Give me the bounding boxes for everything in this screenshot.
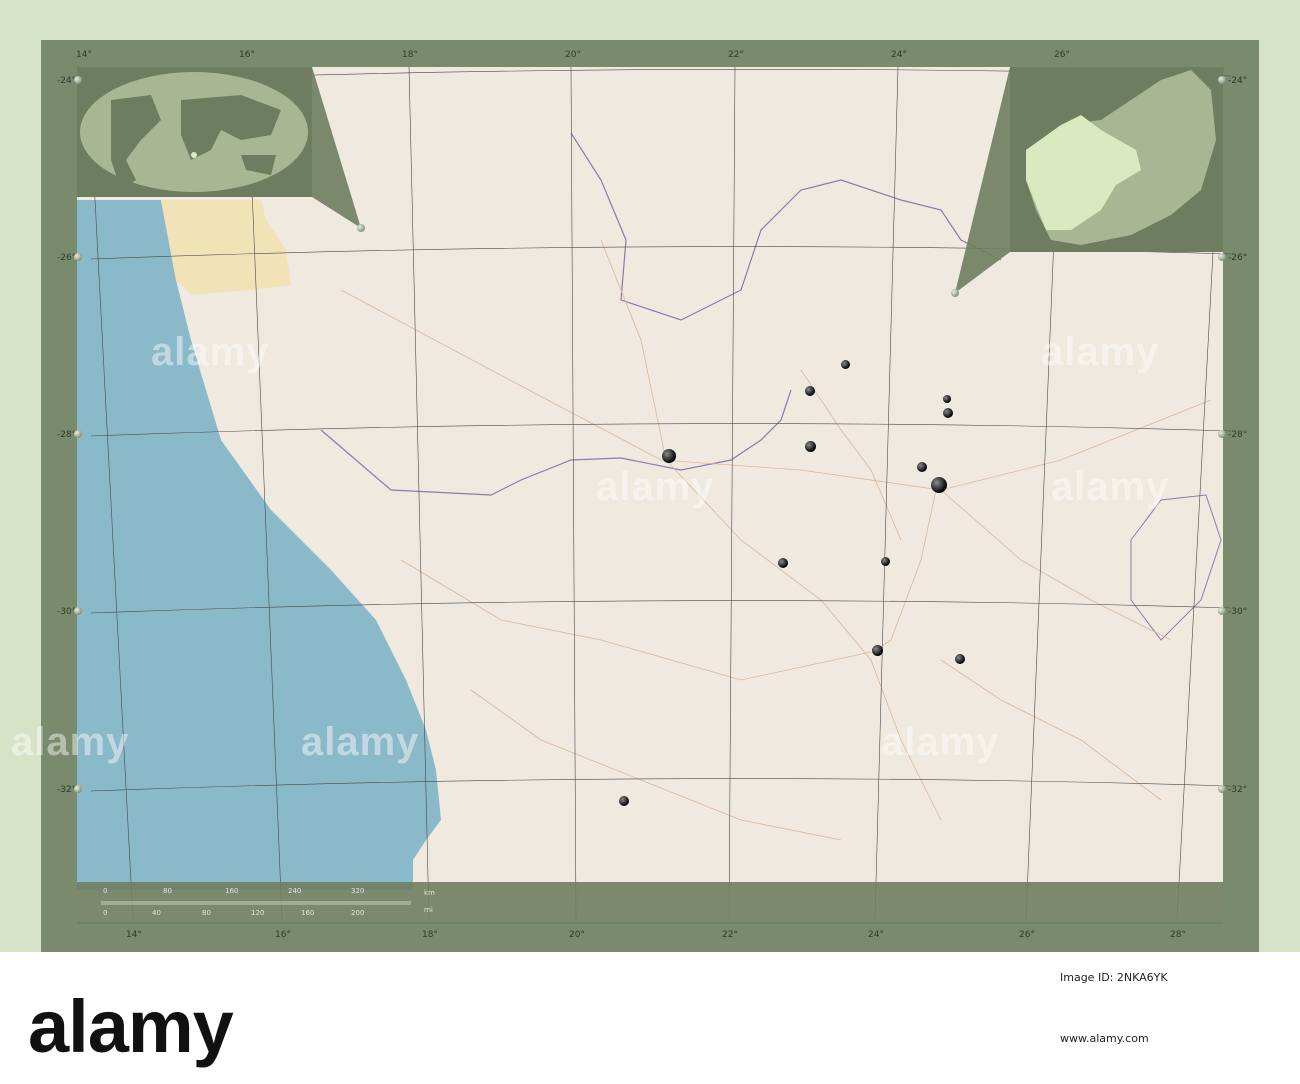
city-marker — [955, 654, 965, 664]
scale-km-tick: 0 — [103, 887, 108, 895]
graticule-knob — [1218, 785, 1226, 793]
graticule-knob — [1218, 430, 1226, 438]
scale-km-unit: km — [424, 889, 435, 897]
lon-label-bottom: 14° — [126, 930, 142, 940]
lat-label-right: -24° — [1228, 76, 1248, 86]
lon-label-top: 16° — [239, 50, 255, 60]
scale-mi-tick: 40 — [152, 909, 161, 917]
city-marker — [917, 462, 927, 472]
watermark: alamy — [596, 465, 715, 509]
scale-mi-tick: 80 — [202, 909, 211, 917]
image-id: Image ID: 2NKA6YK — [1060, 971, 1168, 984]
city-marker — [872, 645, 883, 656]
city-marker-capital — [931, 477, 947, 493]
scale-mi-tick: 120 — [251, 909, 265, 917]
stock-url: www.alamy.com — [1060, 1032, 1149, 1045]
scale-km-tick: 320 — [351, 887, 365, 895]
city-marker — [805, 386, 815, 396]
city-marker — [619, 796, 629, 806]
lat-label-right: -32° — [1228, 785, 1248, 795]
scale-mi-tick: 0 — [103, 909, 108, 917]
city-marker — [662, 449, 676, 463]
watermark: alamy — [11, 720, 130, 764]
lon-label-bottom: 22° — [722, 930, 738, 940]
lon-label-top: 14° — [76, 50, 92, 60]
city-marker — [805, 441, 816, 452]
graticule-knob — [74, 76, 82, 84]
lon-label-top: 26° — [1054, 50, 1070, 60]
lon-label-top: 20° — [565, 50, 581, 60]
watermark: alamy — [301, 720, 420, 764]
graticule-knob — [74, 607, 82, 615]
city-marker — [778, 558, 788, 568]
lon-label-top: 22° — [728, 50, 744, 60]
lat-label-right: -30° — [1228, 607, 1248, 617]
graticule-knob — [74, 785, 82, 793]
lon-label-bottom: 28° — [1170, 930, 1186, 940]
map-frame: 14° 16° 18° 20° 22° 24° 26° 14° 16° 18° … — [11, 40, 1259, 952]
lon-label-bottom: 26° — [1019, 930, 1035, 940]
world-highlight-dot — [191, 152, 197, 158]
scale-km-tick: 80 — [163, 887, 172, 895]
watermark: alamy — [881, 720, 1000, 764]
city-marker — [943, 395, 951, 403]
inset-corner-knob — [951, 289, 959, 297]
city-marker — [943, 408, 953, 418]
lon-label-bottom: 16° — [275, 930, 291, 940]
city-marker — [881, 557, 890, 566]
brand-logo: alamy — [28, 985, 234, 1068]
watermark: alamy — [1051, 465, 1170, 509]
graticule-knob — [1218, 76, 1226, 84]
lon-label-top: 24° — [891, 50, 907, 60]
scale-mi-tick: 160 — [301, 909, 315, 917]
lat-label-right: -26° — [1228, 253, 1248, 263]
scale-km-tick: 240 — [288, 887, 302, 895]
city-marker — [841, 360, 850, 369]
scale-mi-tick: 200 — [351, 909, 365, 917]
lon-label-bottom: 20° — [569, 930, 585, 940]
scale-mi-unit: mi — [424, 906, 433, 914]
lat-label-right: -28° — [1228, 430, 1248, 440]
graticule-knob — [74, 253, 82, 261]
scale-km-tick: 160 — [225, 887, 239, 895]
watermark: alamy — [151, 330, 270, 374]
watermark: alamy — [1041, 330, 1160, 374]
stock-footer: alamy Image ID: 2NKA6YK www.alamy.com — [0, 952, 1300, 1084]
bottom-band — [77, 882, 1223, 924]
graticule-knob — [1218, 607, 1226, 615]
lon-label-bottom: 24° — [868, 930, 884, 940]
lon-label-top: 18° — [402, 50, 418, 60]
graticule-knob — [1218, 253, 1226, 261]
inset-corner-knob — [357, 224, 365, 232]
lon-label-bottom: 18° — [422, 930, 438, 940]
graticule-knob — [74, 430, 82, 438]
